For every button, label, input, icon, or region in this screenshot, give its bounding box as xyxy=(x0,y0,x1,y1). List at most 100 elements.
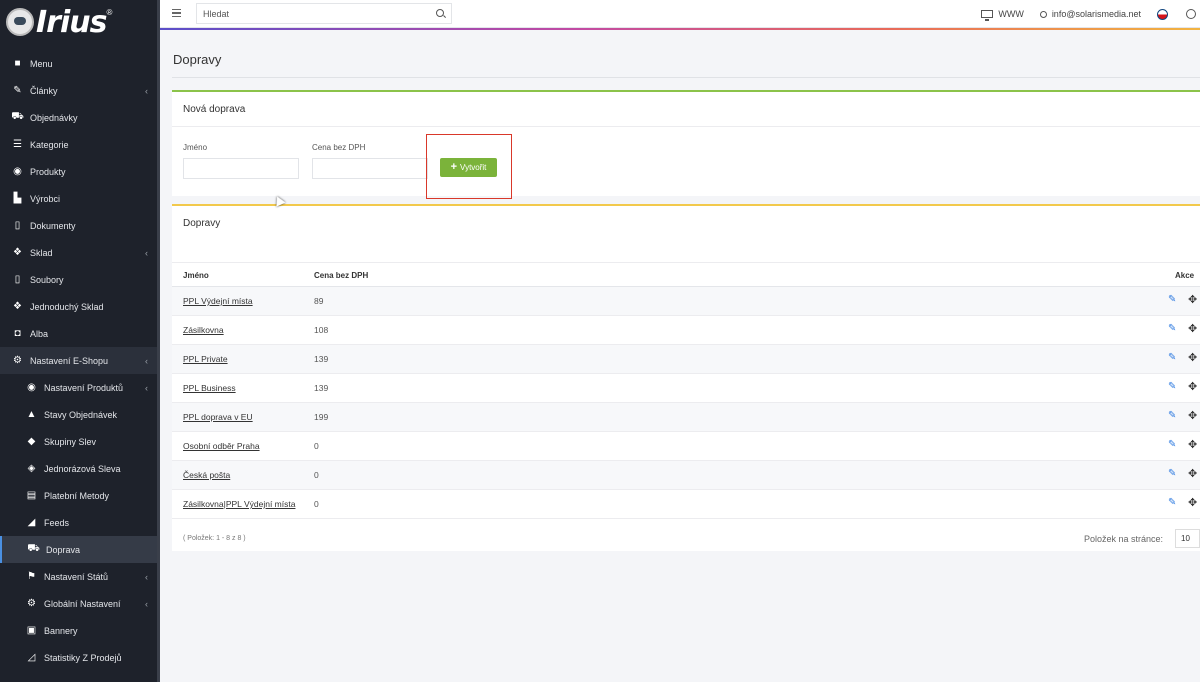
sidebar-item-vyrobci[interactable]: ▙ Výrobci xyxy=(0,185,158,212)
sidebar-item-label: Objednávky xyxy=(30,112,78,123)
sidebar-item-label: Bannery xyxy=(44,625,78,636)
sidebar-item-label: Soubory xyxy=(30,274,64,285)
price-label: Cena bez DPH xyxy=(312,143,366,152)
sidebar-item-label: Výrobci xyxy=(30,193,61,204)
page-title: Dopravy xyxy=(173,52,222,67)
edit-icon[interactable]: ✎ xyxy=(1168,382,1177,392)
item-count: ( Položek: 1 - 8 z 8 ) xyxy=(183,535,246,542)
edit-icon[interactable]: ✎ xyxy=(1168,324,1177,334)
shipping-name-link[interactable]: Zásilkovna|PPL Výdejní místa xyxy=(183,499,295,509)
column-header-price[interactable]: Cena bez DPH xyxy=(314,271,368,280)
shipping-name-link[interactable]: PPL Private xyxy=(183,354,228,364)
price-input[interactable] xyxy=(312,158,428,179)
sidebar-item-soubory[interactable]: ▯ Soubory xyxy=(0,266,158,293)
edit-icon[interactable]: ✎ xyxy=(1168,469,1177,479)
chevron-left-icon: ‹ xyxy=(145,382,148,393)
logo[interactable]: Irius ® xyxy=(0,0,158,44)
sidebar-item-doprava[interactable]: ⛟ Doprava xyxy=(0,536,158,563)
move-icon[interactable]: ✥ xyxy=(1188,323,1200,335)
search-input[interactable] xyxy=(203,8,423,19)
shipping-price: 199 xyxy=(314,412,329,422)
shipping-list-card: Dopravy Jméno Cena bez DPH Akce PPL Výde… xyxy=(172,204,1200,551)
sidebar-item-label: Stavy Objednávek xyxy=(44,409,118,420)
per-page-select[interactable]: 10 xyxy=(1175,529,1200,548)
sidebar-item-jednoduchy-sklad[interactable]: ❖ Jednoduchý Sklad xyxy=(0,293,158,320)
sidebar-item-label: Menu xyxy=(30,58,53,69)
card-icon: ▤ xyxy=(26,490,37,501)
sidebar-item-stavy-objednavek[interactable]: ▲ Stavy Objednávek xyxy=(0,401,158,428)
shipping-name-link[interactable]: Česká pošta xyxy=(183,470,230,480)
sidebar-item-nastaveni-eshopu[interactable]: ⚙ Nastavení E-Shopu ‹ xyxy=(0,347,158,374)
sidebar-item-produkty[interactable]: ◉ Produkty xyxy=(0,158,158,185)
column-header-name[interactable]: Jméno xyxy=(183,271,209,280)
move-icon[interactable]: ✥ xyxy=(1188,468,1200,480)
sidebar-item-dokumenty[interactable]: ▯ Dokumenty xyxy=(0,212,158,239)
czech-flag-icon[interactable] xyxy=(1157,8,1168,20)
move-icon[interactable]: ✥ xyxy=(1188,381,1200,393)
move-icon[interactable]: ✥ xyxy=(1188,497,1200,509)
hamburger-menu-icon[interactable] xyxy=(172,9,181,17)
search-box[interactable] xyxy=(196,3,452,24)
sidebar-item-globalni-nastaveni[interactable]: ⚙ Globální Nastavení ‹ xyxy=(0,590,158,617)
bell-icon: ▲ xyxy=(26,409,37,420)
move-icon[interactable]: ✥ xyxy=(1188,294,1200,306)
sidebar-item-feeds[interactable]: ◢ Feeds xyxy=(0,509,158,536)
search-icon[interactable] xyxy=(436,9,444,17)
shipping-price: 108 xyxy=(314,325,329,335)
building-icon: ▙ xyxy=(13,193,22,204)
logout-icon[interactable] xyxy=(1186,9,1196,19)
table-row: PPL Private 139 ✎ ✥ xyxy=(172,345,1200,374)
sidebar-item-kategorie[interactable]: ☰ Kategorie xyxy=(0,131,158,158)
tag-icon: ◆ xyxy=(27,436,36,447)
per-page-value: 10 xyxy=(1181,534,1190,543)
table-row: PPL Business 139 ✎ ✥ xyxy=(172,374,1200,403)
edit-icon[interactable]: ✎ xyxy=(1168,353,1177,363)
edit-icon[interactable]: ✎ xyxy=(1168,411,1177,421)
sidebar-item-sklad[interactable]: ❖ Sklad ‹ xyxy=(0,239,158,266)
sidebar-item-label: Doprava xyxy=(46,544,81,555)
pencil-icon: ✎ xyxy=(13,85,22,96)
folder-icon: ■ xyxy=(14,58,21,69)
move-icon[interactable]: ✥ xyxy=(1188,439,1200,451)
sidebar-item-alba[interactable]: ◘ Alba xyxy=(0,320,158,347)
user-link[interactable]: info@solarismedia.net xyxy=(1039,9,1141,19)
sidebar-item-nastaveni-statu[interactable]: ⚑ Nastavení Států ‹ xyxy=(0,563,158,590)
rss-icon: ◢ xyxy=(27,517,36,528)
shipping-name-link[interactable]: Osobní odběr Praha xyxy=(183,441,260,451)
sidebar-item-nastaveni-produktu[interactable]: ◉ Nastavení Produktů ‹ xyxy=(0,374,158,401)
tags-icon: ◈ xyxy=(27,463,36,474)
card-divider xyxy=(172,126,1200,127)
table-footer: ( Položek: 1 - 8 z 8 ) Položek na stránc… xyxy=(172,525,1200,553)
edit-icon[interactable]: ✎ xyxy=(1168,498,1177,508)
move-icon[interactable]: ✥ xyxy=(1188,352,1200,364)
sidebar-item-menu[interactable]: ■ Menu xyxy=(0,50,158,77)
www-link[interactable]: WWW xyxy=(981,9,1024,21)
sidebar-item-bannery[interactable]: ▣ Bannery xyxy=(0,617,158,644)
shipping-name-link[interactable]: Zásilkovna xyxy=(183,325,224,335)
edit-icon[interactable]: ✎ xyxy=(1168,440,1177,450)
name-input[interactable] xyxy=(183,158,299,179)
new-shipping-title: Nová doprava xyxy=(183,104,246,115)
shipping-price: 0 xyxy=(314,470,319,480)
sidebar-item-objednavky[interactable]: ⛟ Objednávky xyxy=(0,104,158,131)
sidebar-item-jednorazova-sleva[interactable]: ◈ Jednorázová Sleva xyxy=(0,455,158,482)
sidebar-item-label: Sklad xyxy=(30,247,53,258)
sidebar-item-statistiky[interactable]: ◿ Statistiky Z Prodejů xyxy=(0,644,158,671)
sidebar-item-clanky[interactable]: ✎ Články ‹ xyxy=(0,77,158,104)
shipping-name-link[interactable]: PPL doprava v EU xyxy=(183,412,253,422)
new-shipping-card: Nová doprava Jméno Cena bez DPH + Vytvoři… xyxy=(172,90,1200,199)
table-row: Česká pošta 0 ✎ ✥ xyxy=(172,461,1200,490)
table-row: Zásilkovna|PPL Výdejní místa 0 ✎ ✥ xyxy=(172,490,1200,519)
sidebar-item-label: Globální Nastavení xyxy=(44,598,121,609)
shipping-name-link[interactable]: PPL Business xyxy=(183,383,236,393)
sidebar-item-platebni-metody[interactable]: ▤ Platební Metody xyxy=(0,482,158,509)
move-icon[interactable]: ✥ xyxy=(1188,410,1200,422)
edit-icon[interactable]: ✎ xyxy=(1168,295,1177,305)
table-row: PPL doprava v EU 199 ✎ ✥ xyxy=(172,403,1200,432)
shipping-price: 139 xyxy=(314,383,329,393)
sidebar-item-skupiny-slev[interactable]: ◆ Skupiny Slev xyxy=(0,428,158,455)
cart-icon: ⛟ xyxy=(11,111,24,122)
chevron-left-icon: ‹ xyxy=(145,571,148,582)
shipping-name-link[interactable]: PPL Výdejní místa xyxy=(183,296,253,306)
www-label: WWW xyxy=(998,9,1024,19)
